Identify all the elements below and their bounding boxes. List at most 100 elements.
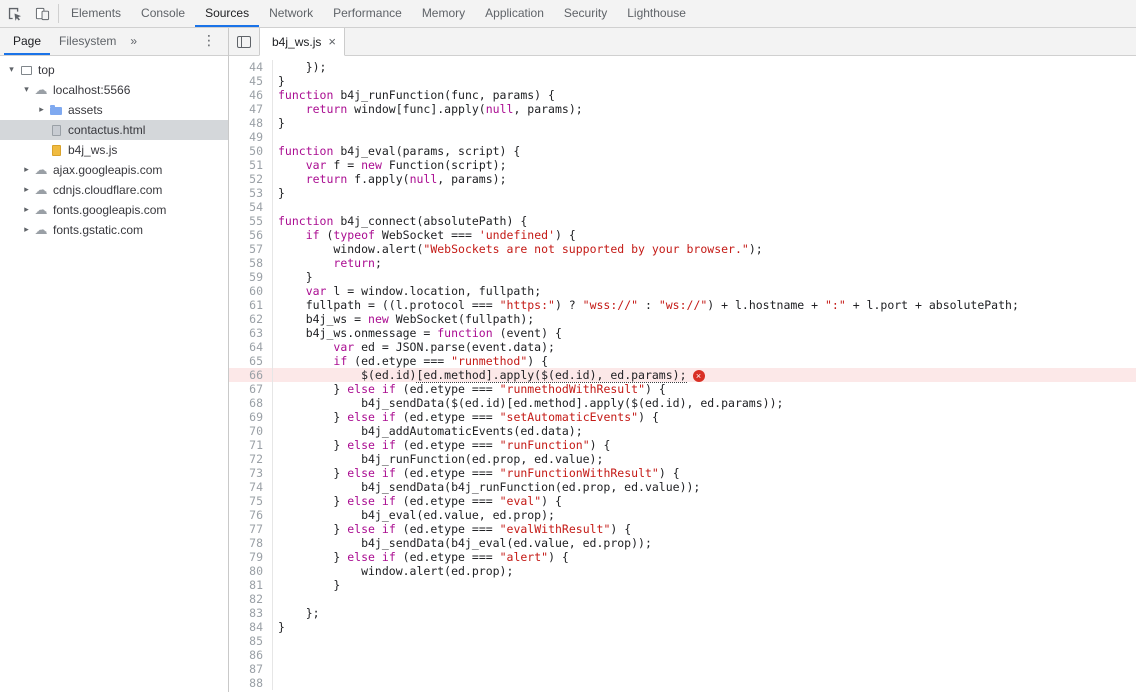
code-line-56[interactable]: 56 if (typeof WebSocket === 'undefined')… xyxy=(229,228,1136,242)
line-number[interactable]: 65 xyxy=(229,354,273,368)
code-line-75[interactable]: 75 } else if (ed.etype === "eval") { xyxy=(229,494,1136,508)
tree-item-ajax-googleapis-com[interactable]: ▸ ☁ ajax.googleapis.com xyxy=(0,160,228,180)
line-number[interactable]: 59 xyxy=(229,270,273,284)
code-line-70[interactable]: 70 b4j_addAutomaticEvents(ed.data); xyxy=(229,424,1136,438)
line-number[interactable]: 62 xyxy=(229,312,273,326)
line-number[interactable]: 70 xyxy=(229,424,273,438)
code-line-78[interactable]: 78 b4j_sendData(b4j_eval(ed.value, ed.pr… xyxy=(229,536,1136,550)
inspect-button[interactable] xyxy=(0,0,28,27)
line-number[interactable]: 57 xyxy=(229,242,273,256)
code-line-55[interactable]: 55 function b4j_connect(absolutePath) { xyxy=(229,214,1136,228)
tree-item-fonts-gstatic-com[interactable]: ▸ ☁ fonts.gstatic.com xyxy=(0,220,228,240)
expander-closed-icon[interactable]: ▸ xyxy=(20,165,33,175)
tree-item-top[interactable]: ▾ top xyxy=(0,60,228,80)
line-number[interactable]: 66 xyxy=(229,368,273,382)
code-line-67[interactable]: 67 } else if (ed.etype === "runmethodWit… xyxy=(229,382,1136,396)
line-number[interactable]: 88 xyxy=(229,676,273,690)
line-number[interactable]: 81 xyxy=(229,578,273,592)
expander-closed-icon[interactable]: ▸ xyxy=(35,105,48,115)
code-line-69[interactable]: 69 } else if (ed.etype === "setAutomatic… xyxy=(229,410,1136,424)
line-number[interactable]: 60 xyxy=(229,284,273,298)
code-line-48[interactable]: 48} xyxy=(229,116,1136,130)
expander-closed-icon[interactable]: ▸ xyxy=(20,225,33,235)
error-icon[interactable]: × xyxy=(692,369,705,382)
line-number[interactable]: 58 xyxy=(229,256,273,270)
line-number[interactable]: 64 xyxy=(229,340,273,354)
code-line-54[interactable]: 54 xyxy=(229,200,1136,214)
code-line-58[interactable]: 58 return; xyxy=(229,256,1136,270)
line-number[interactable]: 45 xyxy=(229,74,273,88)
code-line-50[interactable]: 50 function b4j_eval(params, script) { xyxy=(229,144,1136,158)
code-line-80[interactable]: 80 window.alert(ed.prop); xyxy=(229,564,1136,578)
file-tab-b4j-ws-js[interactable]: b4j_ws.js × xyxy=(259,28,345,56)
expander-closed-icon[interactable]: ▸ xyxy=(20,205,33,215)
line-number[interactable]: 75 xyxy=(229,494,273,508)
code-line-62[interactable]: 62 b4j_ws = new WebSocket(fullpath); xyxy=(229,312,1136,326)
code-line-60[interactable]: 60 var l = window.location, fullpath; xyxy=(229,284,1136,298)
expander-open-icon[interactable]: ▾ xyxy=(20,85,33,95)
more-tabs-chevron[interactable]: » xyxy=(125,28,142,55)
code-line-76[interactable]: 76 b4j_eval(ed.value, ed.prop); xyxy=(229,508,1136,522)
line-number[interactable]: 82 xyxy=(229,592,273,606)
line-number[interactable]: 71 xyxy=(229,438,273,452)
line-number[interactable]: 50 xyxy=(229,144,273,158)
expander-open-icon[interactable]: ▾ xyxy=(5,65,18,75)
line-number[interactable]: 47 xyxy=(229,102,273,116)
code-line-51[interactable]: 51 var f = new Function(script); xyxy=(229,158,1136,172)
line-number[interactable]: 76 xyxy=(229,508,273,522)
code-line-72[interactable]: 72 b4j_runFunction(ed.prop, ed.value); xyxy=(229,452,1136,466)
code-line-86[interactable]: 86 xyxy=(229,648,1136,662)
line-number[interactable]: 72 xyxy=(229,452,273,466)
toggle-navigator-button[interactable] xyxy=(229,28,259,55)
code-line-85[interactable]: 85 xyxy=(229,634,1136,648)
line-number[interactable]: 48 xyxy=(229,116,273,130)
tab-performance[interactable]: Performance xyxy=(323,0,412,27)
code-line-61[interactable]: 61 fullpath = ((l.protocol === "https:")… xyxy=(229,298,1136,312)
sidebar-tab-filesystem[interactable]: Filesystem xyxy=(50,28,125,55)
line-number[interactable]: 85 xyxy=(229,634,273,648)
code-line-82[interactable]: 82 xyxy=(229,592,1136,606)
line-number[interactable]: 74 xyxy=(229,480,273,494)
code-line-74[interactable]: 74 b4j_sendData(b4j_runFunction(ed.prop,… xyxy=(229,480,1136,494)
tree-item-fonts-googleapis-com[interactable]: ▸ ☁ fonts.googleapis.com xyxy=(0,200,228,220)
code-line-53[interactable]: 53} xyxy=(229,186,1136,200)
line-number[interactable]: 69 xyxy=(229,410,273,424)
code-line-79[interactable]: 79 } else if (ed.etype === "alert") { xyxy=(229,550,1136,564)
line-number[interactable]: 77 xyxy=(229,522,273,536)
tree-item-cdnjs-cloudflare-com[interactable]: ▸ ☁ cdnjs.cloudflare.com xyxy=(0,180,228,200)
code-line-77[interactable]: 77 } else if (ed.etype === "evalWithResu… xyxy=(229,522,1136,536)
code-line-52[interactable]: 52 return f.apply(null, params); xyxy=(229,172,1136,186)
code-line-46[interactable]: 46 function b4j_runFunction(func, params)… xyxy=(229,88,1136,102)
line-number[interactable]: 73 xyxy=(229,466,273,480)
tab-sources[interactable]: Sources xyxy=(195,0,259,27)
tab-memory[interactable]: Memory xyxy=(412,0,475,27)
code-line-57[interactable]: 57 window.alert("WebSockets are not supp… xyxy=(229,242,1136,256)
code-line-65[interactable]: 65 if (ed.etype === "runmethod") { xyxy=(229,354,1136,368)
line-number[interactable]: 44 xyxy=(229,60,273,74)
line-number[interactable]: 80 xyxy=(229,564,273,578)
code-line-59[interactable]: 59 } xyxy=(229,270,1136,284)
line-number[interactable]: 79 xyxy=(229,550,273,564)
line-number[interactable]: 54 xyxy=(229,200,273,214)
tab-network[interactable]: Network xyxy=(259,0,323,27)
code-line-49[interactable]: 49 xyxy=(229,130,1136,144)
tree-item-localhost-5566[interactable]: ▾ ☁ localhost:5566 xyxy=(0,80,228,100)
code-line-81[interactable]: 81 } xyxy=(229,578,1136,592)
tab-application[interactable]: Application xyxy=(475,0,554,27)
code-line-84[interactable]: 84} xyxy=(229,620,1136,634)
code-line-66[interactable]: 66 $(ed.id)[ed.method].apply($(ed.id), e… xyxy=(229,368,1136,383)
tab-lighthouse[interactable]: Lighthouse xyxy=(617,0,696,27)
tree-item-b4j-ws-js[interactable]: b4j_ws.js xyxy=(0,140,228,160)
line-number[interactable]: 86 xyxy=(229,648,273,662)
line-number[interactable]: 78 xyxy=(229,536,273,550)
close-icon[interactable]: × xyxy=(328,35,336,48)
line-number[interactable]: 83 xyxy=(229,606,273,620)
sidebar-tab-page[interactable]: Page xyxy=(4,28,50,55)
kebab-menu-icon[interactable]: ⋮ xyxy=(198,28,220,55)
tab-security[interactable]: Security xyxy=(554,0,617,27)
line-number[interactable]: 51 xyxy=(229,158,273,172)
tab-elements[interactable]: Elements xyxy=(61,0,131,27)
line-number[interactable]: 87 xyxy=(229,662,273,676)
tab-console[interactable]: Console xyxy=(131,0,195,27)
expander-closed-icon[interactable]: ▸ xyxy=(20,185,33,195)
